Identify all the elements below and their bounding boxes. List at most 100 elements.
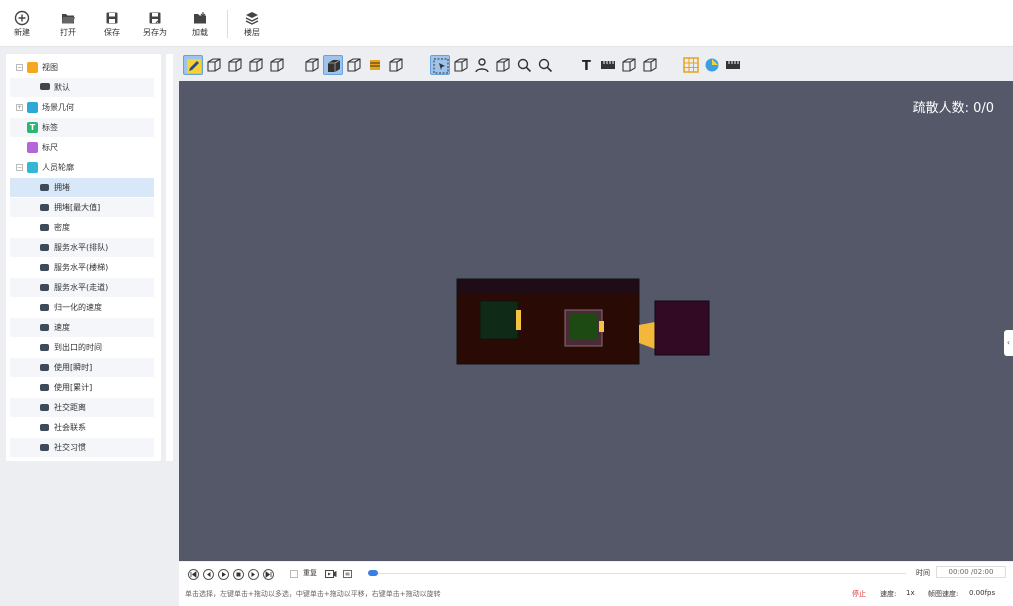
floor-label: 楼层 xyxy=(244,28,260,37)
step-back-button[interactable] xyxy=(203,569,214,580)
open-button[interactable]: 打开 xyxy=(51,7,85,41)
expand-toggle[interactable]: + xyxy=(16,104,23,111)
last-frame-button[interactable] xyxy=(263,569,274,580)
tree-scrollbar[interactable] xyxy=(166,54,173,461)
outline-box-icon[interactable] xyxy=(344,55,364,75)
ruler-icon xyxy=(27,142,38,153)
camera-view-icon[interactable] xyxy=(640,55,660,75)
text-tool-icon[interactable]: T xyxy=(577,55,597,75)
tree-node-metric[interactable]: 社会联系 xyxy=(10,418,154,437)
new-button[interactable]: 新建 xyxy=(5,7,39,41)
tree-label: 标尺 xyxy=(42,143,58,152)
tree-label: 使用[瞬时] xyxy=(54,363,93,372)
view-folder-icon xyxy=(27,62,38,73)
front-view-icon[interactable] xyxy=(204,55,224,75)
metric-map-icon xyxy=(40,304,49,311)
compass-icon[interactable] xyxy=(702,55,722,75)
ruler-tool-icon[interactable] xyxy=(598,55,618,75)
3d-viewport[interactable]: 疏散人数: 0/0 xyxy=(179,81,1013,561)
tree-node-view[interactable]: − 视图 xyxy=(10,58,154,77)
top-view-icon[interactable] xyxy=(225,55,245,75)
tree-node-metric[interactable]: 服务水平(楼梯) xyxy=(10,258,154,277)
edit-tool-icon[interactable] xyxy=(183,55,203,75)
tree-label: 标签 xyxy=(42,123,58,132)
tree-label: 社交距离 xyxy=(54,403,86,412)
metric-map-icon xyxy=(40,184,49,191)
tree-node-metric[interactable]: 拥堵[最大值] xyxy=(10,198,154,217)
transparent-box-icon[interactable] xyxy=(386,55,406,75)
timeline-track[interactable] xyxy=(368,573,906,574)
grid-icon[interactable] xyxy=(681,55,701,75)
tree-label: 密度 xyxy=(54,223,70,232)
region-select-icon[interactable] xyxy=(619,55,639,75)
interaction-hint: 单击选择，左键单击+拖动以多选，中键单击+拖动以平移，右键单击+拖动以旋转 xyxy=(185,590,441,598)
tree-node-scene-geometry[interactable]: + 场景几何 xyxy=(10,98,154,117)
layer-box-icon[interactable] xyxy=(365,55,385,75)
collapse-toggle[interactable]: − xyxy=(16,64,23,71)
tree-node-ruler[interactable]: 标尺 xyxy=(10,138,154,157)
tree-label: 场景几何 xyxy=(42,103,74,112)
timeline-ruler-icon[interactable] xyxy=(723,55,743,75)
playback-bar: 重复 时间 00:00 /02:00 单击选择，左键单击+拖动以多选，中键单击+… xyxy=(179,562,1013,606)
zoom-target-icon[interactable] xyxy=(535,55,555,75)
wireframe-icon[interactable] xyxy=(302,55,322,75)
timeline-thumb[interactable] xyxy=(368,570,378,576)
collapse-toggle[interactable]: − xyxy=(16,164,23,171)
save-as-button[interactable]: 另存为 xyxy=(138,7,172,41)
metric-map-icon xyxy=(40,384,49,391)
open-label: 打开 xyxy=(60,28,76,37)
tree-node-metric[interactable]: 密度 xyxy=(10,218,154,237)
time-field[interactable]: 00:00 /02:00 xyxy=(936,566,1006,578)
tree-label: 服务水平(走道) xyxy=(54,283,109,292)
select-cursor-icon[interactable] xyxy=(430,55,450,75)
record-video-icon[interactable] xyxy=(325,569,337,579)
tree-node-metric[interactable]: 归一化的速度 xyxy=(10,298,154,317)
zoom-icon[interactable] xyxy=(514,55,534,75)
metric-map-icon xyxy=(40,224,49,231)
screenshot-icon[interactable] xyxy=(343,569,355,579)
side-panel-collapse-button[interactable]: ‹ xyxy=(1004,330,1013,356)
play-button[interactable] xyxy=(218,569,229,580)
side-view-icon[interactable] xyxy=(267,55,287,75)
load-label: 加载 xyxy=(192,28,208,37)
fit-view-icon[interactable] xyxy=(493,55,513,75)
solid-box-icon[interactable] xyxy=(323,55,343,75)
step-forward-button[interactable] xyxy=(248,569,259,580)
tree-label: 默认 xyxy=(54,83,70,92)
stop-button[interactable] xyxy=(233,569,244,580)
tree-node-person-outline[interactable]: − 人员轮廓 xyxy=(10,158,154,177)
tree-node-metric[interactable]: 服务水平(走道) xyxy=(10,278,154,297)
tree-node-metric[interactable]: 社交距离 xyxy=(10,398,154,417)
walk-person-icon[interactable] xyxy=(472,55,492,75)
metric-map-icon xyxy=(40,324,49,331)
save-as-label: 另存为 xyxy=(143,28,167,37)
stop-status: 停止 xyxy=(852,590,866,598)
geometry-icon xyxy=(27,102,38,113)
load-button[interactable]: 加载 xyxy=(183,7,217,41)
tree-node-metric[interactable]: 使用[累计] xyxy=(10,378,154,397)
floor-button[interactable]: 楼层 xyxy=(235,7,269,41)
orbit-icon[interactable] xyxy=(451,55,471,75)
first-frame-button[interactable] xyxy=(188,569,199,580)
fps-label: 帧图速度: xyxy=(928,590,959,598)
door-left xyxy=(516,310,521,330)
tree-node-default[interactable]: 默认 xyxy=(10,78,154,97)
save-button[interactable]: 保存 xyxy=(95,7,129,41)
building-roof-edge xyxy=(457,279,639,293)
exit-room[interactable] xyxy=(654,300,710,356)
room-green[interactable] xyxy=(479,300,519,340)
tree-node-label[interactable]: T 标签 xyxy=(10,118,154,137)
tree-node-metric[interactable]: 拥堵 xyxy=(10,178,154,197)
repeat-checkbox[interactable] xyxy=(290,570,298,578)
text-tag-icon: T xyxy=(27,122,38,133)
metric-map-icon xyxy=(40,404,49,411)
tree-node-metric[interactable]: 速度 xyxy=(10,318,154,337)
tree-node-metric[interactable]: 服务水平(排队) xyxy=(10,238,154,257)
iso-view-icon[interactable] xyxy=(246,55,266,75)
tree-node-metric[interactable]: 到出口的时间 xyxy=(10,338,154,357)
tree-label: 视图 xyxy=(42,63,58,72)
tree-node-metric[interactable]: 社交习惯 xyxy=(10,438,154,457)
save-label: 保存 xyxy=(104,28,120,37)
tree-node-metric[interactable]: 使用[瞬时] xyxy=(10,358,154,377)
scene-model[interactable] xyxy=(179,81,1013,561)
